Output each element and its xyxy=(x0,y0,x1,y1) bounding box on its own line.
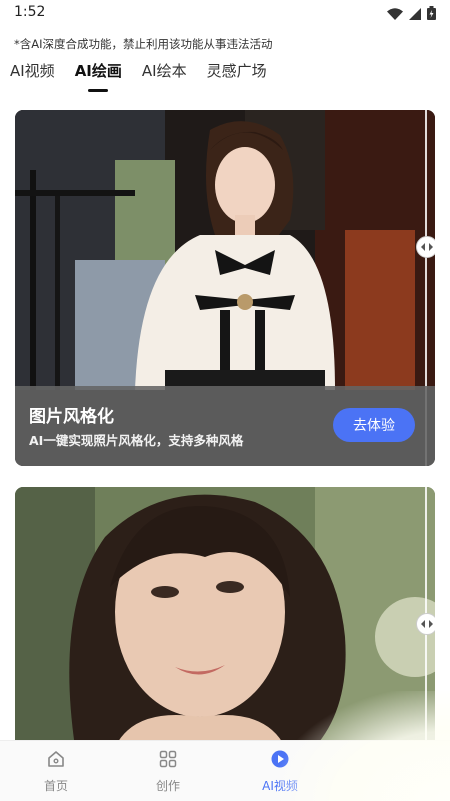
nav-label: 首页 xyxy=(43,779,68,793)
home-icon xyxy=(48,751,64,767)
tab-label: AI视频 xyxy=(10,62,55,80)
feature-card-portrait[interactable] xyxy=(15,487,435,747)
drag-arrows-icon xyxy=(421,620,433,628)
active-tab-indicator xyxy=(88,89,109,92)
compare-slider-handle[interactable] xyxy=(416,613,435,635)
status-bar: 1:52 xyxy=(0,0,450,26)
battery-icon xyxy=(427,5,436,24)
drag-arrows-icon xyxy=(421,243,433,251)
category-tabs: AI视频 AI绘画 AI绘本 灵感广场 xyxy=(10,60,267,94)
try-button[interactable]: 去体验 xyxy=(333,408,415,442)
card-info-panel: 图片风格化 AI一键实现照片风格化，支持多种风格 去体验 xyxy=(15,386,435,466)
tab-ai-painting[interactable]: AI绘画 xyxy=(74,60,122,92)
card-title: 图片风格化 xyxy=(29,407,114,427)
bottom-nav: 首页 创作 AI视频 xyxy=(0,691,450,801)
grid-icon xyxy=(159,750,177,768)
tab-ai-video[interactable]: AI视频 xyxy=(10,60,55,81)
tab-inspiration-square[interactable]: 灵感广场 xyxy=(207,60,267,81)
feature-card-stylization[interactable]: 图片风格化 AI一键实现照片风格化，支持多种风格 去体验 xyxy=(15,110,435,466)
portrait-photo xyxy=(15,487,435,747)
nav-home[interactable]: 首页 xyxy=(21,749,91,794)
tab-label: AI绘画 xyxy=(74,62,122,80)
play-icon xyxy=(271,750,289,768)
nav-ai-video[interactable]: AI视频 xyxy=(245,749,315,794)
status-icons xyxy=(387,5,436,24)
tab-ai-picture-book[interactable]: AI绘本 xyxy=(142,60,187,81)
signal-icon xyxy=(409,5,421,24)
nav-label: 创作 xyxy=(155,779,180,793)
nav-create[interactable]: 创作 xyxy=(133,749,203,794)
tab-label: AI绘本 xyxy=(141,62,187,80)
compare-slider-handle[interactable] xyxy=(416,236,435,258)
card-description: AI一键实现照片风格化，支持多种风格 xyxy=(29,433,244,448)
tab-label: 灵感广场 xyxy=(206,62,267,80)
status-time: 1:52 xyxy=(14,4,46,20)
nav-label: AI视频 xyxy=(262,779,298,793)
legal-notice: *含AI深度合成功能，禁止利用该功能从事违法活动 xyxy=(14,37,273,51)
wifi-icon xyxy=(387,5,403,24)
